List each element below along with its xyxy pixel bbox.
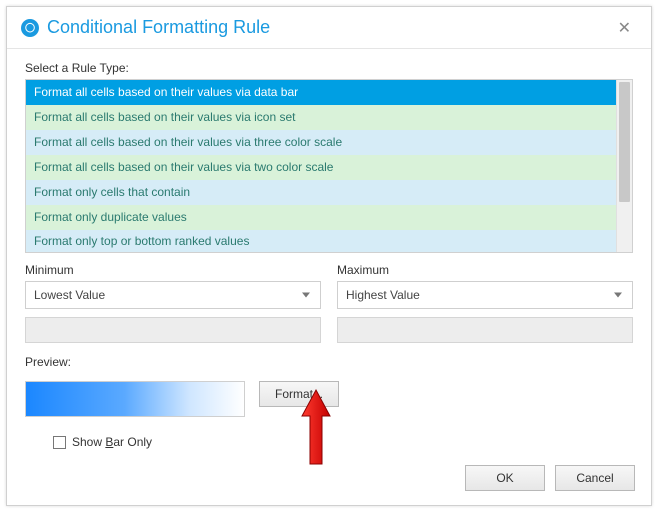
scrollbar-thumb[interactable] <box>619 82 630 202</box>
rule-type-item[interactable]: Format all cells based on their values v… <box>26 130 616 155</box>
app-icon: ◯ <box>21 19 39 37</box>
rule-type-item[interactable]: Format all cells based on their values v… <box>26 105 616 130</box>
show-bar-only-row[interactable]: Show Bar Only <box>53 435 633 449</box>
preview-row: Format... <box>25 381 633 417</box>
rule-type-list[interactable]: Format all cells based on their values v… <box>26 80 616 252</box>
rule-type-item[interactable]: Format only top or bottom ranked values <box>26 230 616 252</box>
maximum-dropdown[interactable]: Highest Value <box>337 281 633 309</box>
min-max-row: Minimum Lowest Value Maximum Highest Val… <box>25 263 633 343</box>
chevron-down-icon <box>302 293 310 298</box>
format-button[interactable]: Format... <box>259 381 339 407</box>
maximum-value: Highest Value <box>346 288 420 302</box>
maximum-column: Maximum Highest Value <box>337 263 633 343</box>
preview-label: Preview: <box>25 355 633 369</box>
show-bar-only-label: Show Bar Only <box>72 435 152 449</box>
dialog-footer: OK Cancel <box>465 465 635 491</box>
rule-type-item[interactable]: Format all cells based on their values v… <box>26 155 616 180</box>
chevron-down-icon <box>614 293 622 298</box>
dialog-content: Select a Rule Type: Format all cells bas… <box>7 49 651 449</box>
rule-type-list-container: Format all cells based on their values v… <box>25 79 633 253</box>
minimum-value-box[interactable] <box>25 317 321 343</box>
minimum-label: Minimum <box>25 263 321 277</box>
dialog-title: Conditional Formatting Rule <box>47 17 612 38</box>
maximum-value-box[interactable] <box>337 317 633 343</box>
maximum-label: Maximum <box>337 263 633 277</box>
minimum-dropdown[interactable]: Lowest Value <box>25 281 321 309</box>
show-bar-only-checkbox[interactable] <box>53 436 66 449</box>
cancel-button[interactable]: Cancel <box>555 465 635 491</box>
title-bar: ◯ Conditional Formatting Rule ✕ <box>7 7 651 49</box>
minimum-column: Minimum Lowest Value <box>25 263 321 343</box>
rule-type-label: Select a Rule Type: <box>25 61 633 75</box>
preview-swatch <box>25 381 245 417</box>
rule-type-item[interactable]: Format only cells that contain <box>26 180 616 205</box>
minimum-value: Lowest Value <box>34 288 105 302</box>
rule-type-item[interactable]: Format all cells based on their values v… <box>26 80 616 105</box>
dialog-window: ◯ Conditional Formatting Rule ✕ Select a… <box>6 6 652 506</box>
ok-button[interactable]: OK <box>465 465 545 491</box>
rule-type-item[interactable]: Format only duplicate values <box>26 205 616 230</box>
scrollbar[interactable] <box>616 80 632 252</box>
close-icon[interactable]: ✕ <box>612 14 637 42</box>
